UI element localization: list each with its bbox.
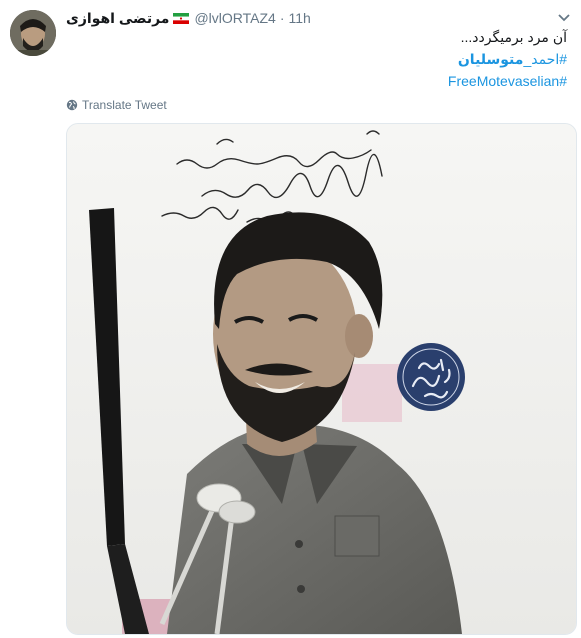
profile-avatar[interactable] [10, 10, 56, 56]
user-handle[interactable]: @lvlORTAZ4 [194, 10, 275, 26]
hashtag-bold: متوسلیان [457, 51, 524, 67]
hashtag-text: #FreeMotevaselian [447, 73, 567, 89]
globe-icon [66, 99, 78, 111]
iran-flag-icon [173, 12, 190, 24]
tweet[interactable]: مرتضی اهوازی @lvlORTAZ4 · 11h آن مرد برم… [0, 0, 581, 638]
separator-dot: · [279, 10, 285, 26]
tweet-photo[interactable] [66, 123, 577, 635]
chevron-down-icon[interactable] [557, 10, 571, 22]
hashtag-link-ahmad-motevaselian[interactable]: #احمد_متوسلیان [117, 48, 567, 70]
translate-tweet-link[interactable]: Translate Tweet [66, 96, 167, 114]
translate-label: Translate Tweet [82, 98, 167, 112]
hashtag-prefix: #احمد_ [523, 51, 567, 67]
display-name[interactable]: مرتضی اهوازی [66, 10, 169, 27]
tweet-header: مرتضی اهوازی @lvlORTAZ4 · 11h [66, 8, 311, 28]
tweet-text: آن مرد برمیگردد... #احمد_متوسلیان #FreeM… [117, 26, 567, 92]
timestamp[interactable]: 11h [289, 10, 311, 26]
tweet-text-line: آن مرد برمیگردد... [460, 29, 567, 45]
hashtag-link-freemotevaselian[interactable]: #FreeMotevaselian [117, 70, 567, 92]
